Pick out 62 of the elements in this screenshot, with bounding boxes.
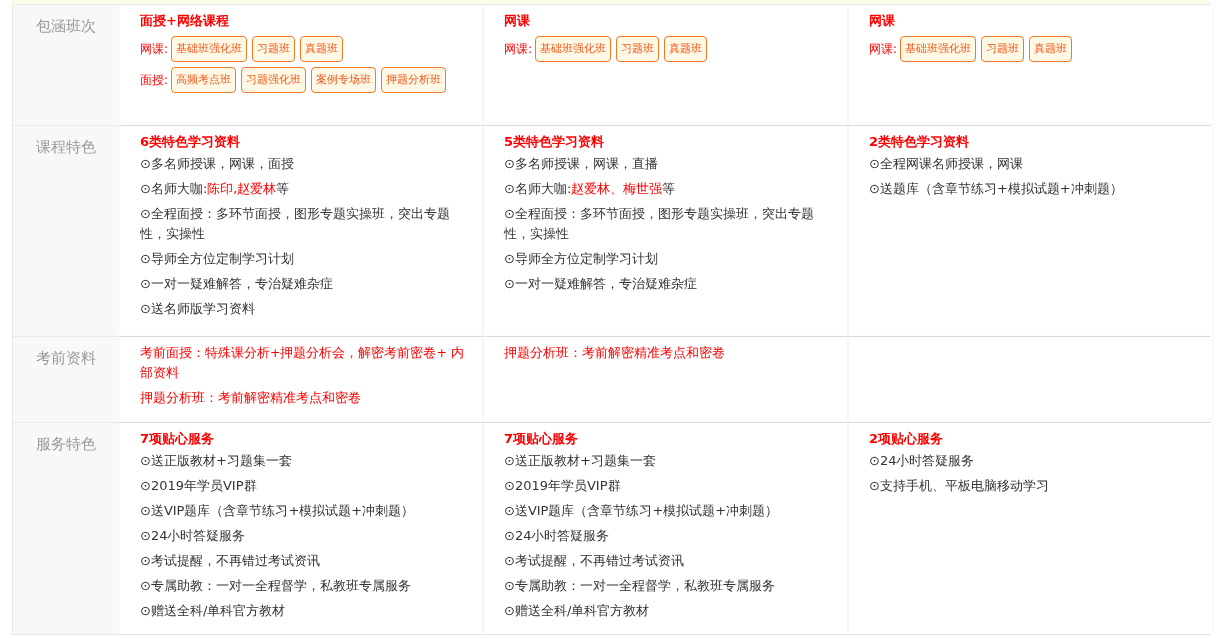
row-label: 包涵班次 (12, 5, 118, 125)
feature-item: ⊙送名师版学习资料 (140, 300, 256, 318)
feature-item: ⊙多名师授课，网课，面授 (140, 155, 295, 173)
feature-item: ⊙送VIP题库（含章节练习+模拟试题+冲刺题） (504, 502, 780, 520)
group-label: 网课: (140, 40, 169, 58)
note-text: 考前面授：特殊课分析+押题分析会，解密考前密卷+ 内部资料 (140, 344, 465, 382)
row-label: 课程特色 (12, 126, 118, 336)
feature-item: ⊙专属助教：一对一全程督学，私教班专属服务 (140, 577, 412, 595)
feature-item: ⊙赠送全科/单科官方教材 (140, 602, 287, 620)
feature-item: ⊙全程面授：多环节面授，图形专题实操班，突出专题性，实操性 (504, 205, 815, 243)
class-tag[interactable]: 真题班 (300, 36, 344, 62)
feature-title: 2类特色学习资料 (869, 133, 971, 151)
feature-item: ⊙导师全方位定制学习计划 (504, 250, 659, 268)
class-tag[interactable]: 习题班 (252, 36, 296, 62)
class-tag[interactable]: 真题班 (1029, 36, 1073, 62)
feature-title: 5类特色学习资料 (504, 133, 606, 151)
course-title: 网课 (504, 12, 531, 30)
group-label: 面授: (140, 71, 169, 89)
feature-item: ⊙2019年学员VIP群 (504, 477, 622, 495)
note-text: 押题分析班：考前解密精准考点和密卷 (140, 389, 362, 407)
class-tag[interactable]: 真题班 (664, 36, 708, 62)
feature-item: ⊙24小时答疑服务 (869, 452, 976, 470)
feature-item: ⊙一对一疑难解答，专治疑难杂症 (140, 275, 334, 293)
class-tag[interactable]: 押题分析班 (381, 67, 447, 93)
feature-item: ⊙赠送全科/单科官方教材 (504, 602, 651, 620)
class-tag[interactable]: 基础班强化班 (171, 36, 248, 62)
feature-item: ⊙送VIP题库（含章节练习+模拟试题+冲刺题） (140, 502, 416, 520)
feature-item: ⊙名师大咖:陈印,赵爱林等 (140, 180, 291, 198)
feature-item: ⊙送正版教材+习题集一套 (140, 452, 293, 470)
class-tag[interactable]: 习题强化班 (241, 67, 307, 93)
feature-item: ⊙24小时答疑服务 (140, 527, 247, 545)
group-label: 网课: (504, 40, 533, 58)
feature-item: ⊙24小时答疑服务 (504, 527, 611, 545)
class-tag[interactable]: 习题班 (981, 36, 1025, 62)
group-label: 网课: (869, 40, 898, 58)
row-label: 考前资料 (12, 337, 118, 422)
feature-item: ⊙考试提醒，不再错过考试资讯 (504, 552, 685, 570)
course-title: 网课 (869, 12, 896, 30)
feature-title: 6类特色学习资料 (140, 133, 242, 151)
class-tag[interactable]: 高频考点班 (171, 67, 237, 93)
class-tag[interactable]: 案例专场班 (311, 67, 377, 93)
class-tag[interactable]: 习题班 (616, 36, 660, 62)
row-label: 服务特色 (12, 423, 118, 634)
feature-item: ⊙一对一疑难解答，专治疑难杂症 (504, 275, 698, 293)
feature-item: ⊙导师全方位定制学习计划 (140, 250, 295, 268)
class-tag[interactable]: 基础班强化班 (535, 36, 612, 62)
feature-item: ⊙考试提醒，不再错过考试资讯 (140, 552, 321, 570)
feature-item: ⊙2019年学员VIP群 (140, 477, 258, 495)
feature-item: ⊙送题库（含章节练习+模拟试题+冲刺题） (869, 180, 1124, 198)
feature-item: ⊙全程面授：多环节面授，图形专题实操班，突出专题性，实操性 (140, 205, 451, 243)
feature-item: ⊙专属助教：一对一全程督学，私教班专属服务 (504, 577, 776, 595)
course-title: 面授+网络课程 (140, 12, 230, 30)
feature-item: ⊙名师大咖:赵爱林、梅世强等 (504, 180, 677, 198)
feature-item: ⊙多名师授课，网课，直播 (504, 155, 659, 173)
feature-title: 7项贴心服务 (504, 430, 580, 448)
class-tag[interactable]: 基础班强化班 (900, 36, 977, 62)
feature-title: 2项贴心服务 (869, 430, 945, 448)
feature-item: ⊙支持手机、平板电脑移动学习 (869, 477, 1050, 495)
feature-item: ⊙全程网课名师授课，网课 (869, 155, 1024, 173)
feature-item: ⊙送正版教材+习题集一套 (504, 452, 657, 470)
note-text: 押题分析班：考前解密精准考点和密卷 (504, 344, 726, 362)
feature-title: 7项贴心服务 (140, 430, 216, 448)
